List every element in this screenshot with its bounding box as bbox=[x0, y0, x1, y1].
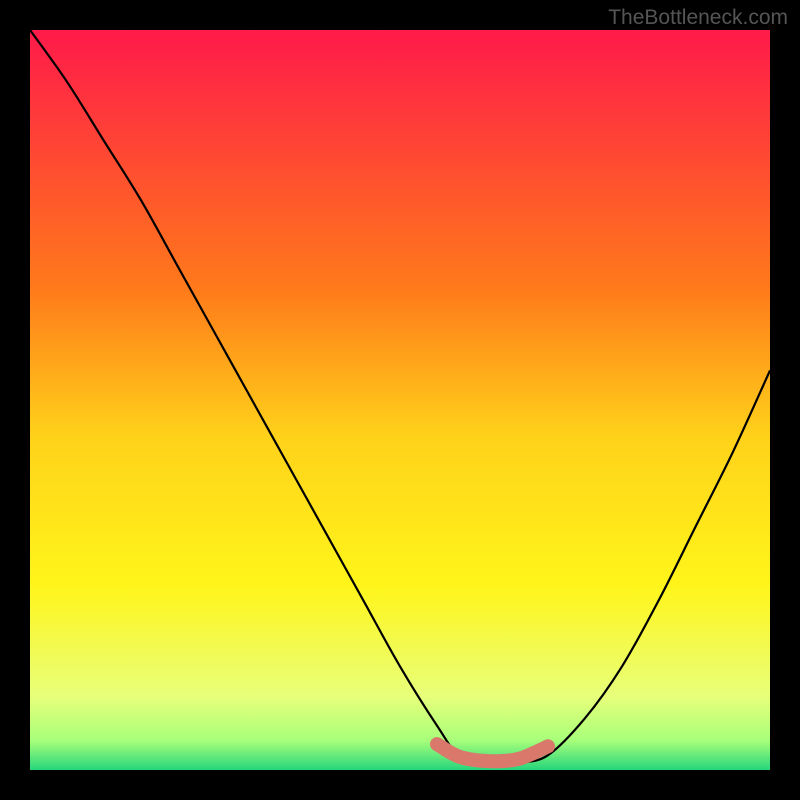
chart-svg bbox=[30, 30, 770, 770]
watermark-text: TheBottleneck.com bbox=[608, 6, 788, 30]
gradient-background bbox=[30, 30, 770, 770]
chart-plot-area bbox=[30, 30, 770, 770]
